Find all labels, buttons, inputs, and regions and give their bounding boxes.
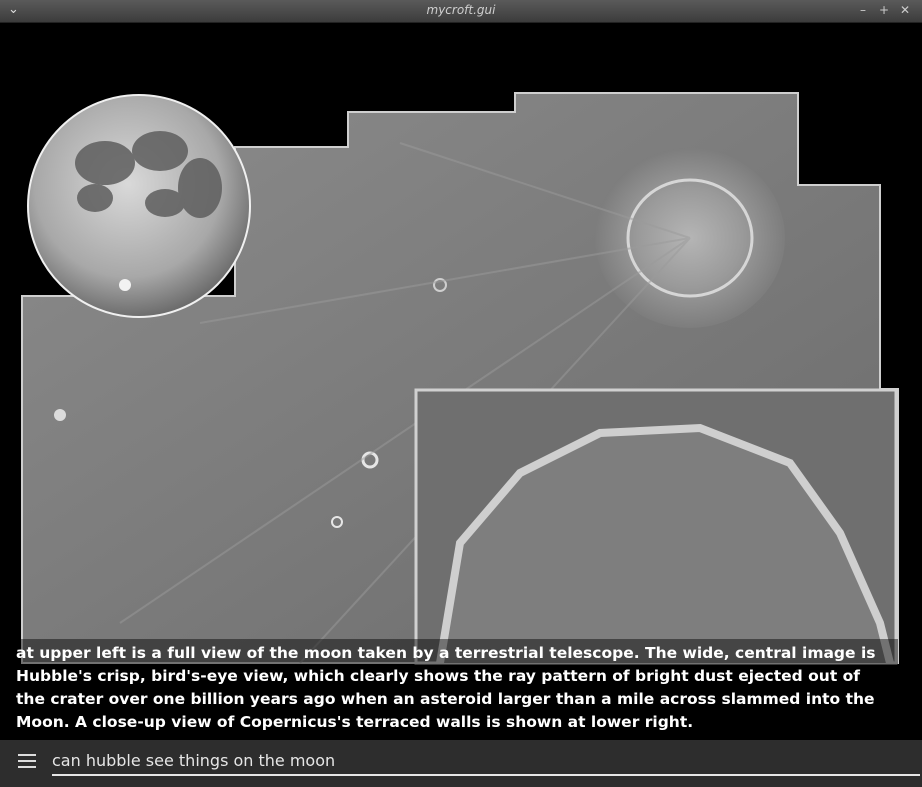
caption-text: at upper left is a full view of the moon…: [16, 644, 876, 731]
maximize-icon[interactable]: +: [877, 3, 891, 17]
hamburger-icon[interactable]: [18, 754, 36, 768]
query-input[interactable]: can hubble see things on the moon: [52, 750, 920, 776]
moon-copernicus-image: [21, 92, 899, 665]
close-icon[interactable]: ✕: [898, 3, 912, 17]
window-title: mycroft.gui: [426, 3, 496, 17]
image-panel: [0, 23, 922, 740]
caption-box: at upper left is a full view of the moon…: [8, 639, 898, 740]
minimize-icon[interactable]: –: [856, 3, 870, 17]
bottom-bar: can hubble see things on the moon: [0, 740, 922, 787]
window-titlebar[interactable]: ⌄ mycroft.gui – + ✕: [0, 0, 922, 23]
